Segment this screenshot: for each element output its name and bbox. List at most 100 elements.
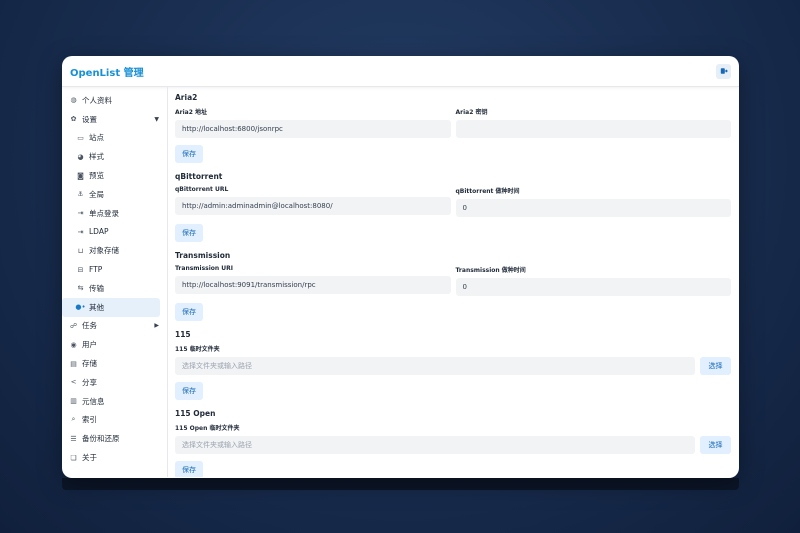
field-label: Aria2 密钥 [455,109,488,116]
field-label: qBittorrent 做种时间 [455,188,520,195]
sidebar-item-label: 分享 [82,377,97,387]
field-label: Transmission URI [175,265,233,272]
sidebar-item-label: 全局 [89,189,104,199]
sidebar-item-label: 设置 [82,114,97,124]
bucket-icon: ⊔ [77,246,84,255]
qbittorrent-save-button[interactable]: 保存 [175,224,203,242]
chevron-down-icon: ▼ [154,115,159,123]
p115-pick-button[interactable]: 选择 [700,357,731,375]
meta-icon: ▥ [70,397,77,406]
sidebar: ◍ 个人资料 ✿ 设置 ▼ ▭ 站点 ◕ 样式 ◙ 预览 ⚓ 全局 ⇥ 单点登录… [62,87,168,477]
p115open-save-button[interactable]: 保存 [175,461,203,477]
section-title: Aria2 [175,93,198,102]
section-title: qBittorrent [175,172,223,181]
search-icon: ⌕ [71,415,76,424]
share-icon: < [70,378,77,387]
p115-save-button[interactable]: 保存 [175,382,203,400]
window-icon: ▭ [77,133,84,142]
qbittorrent-url-input[interactable]: http://admin:adminadmin@localhost:8080/ [175,197,451,215]
sidebar-item-label: 关于 [82,453,97,463]
qbittorrent-seedtime-input[interactable]: 0 [455,199,731,217]
sidebar-item-label: 个人资料 [82,95,112,105]
task-icon: ☍ [69,321,78,330]
section-title: Transmission [175,251,231,260]
database-icon: ▤ [70,359,77,368]
sidebar-item-label: 备份和还原 [82,434,120,444]
aria2-url-input[interactable]: http://localhost:6800/jsonrpc [175,120,451,138]
sidebar-item-label: 任务 [82,321,97,331]
aria2-save-button[interactable]: 保存 [175,145,203,163]
gear-icon: ✿ [70,115,77,124]
field-label: Aria2 地址 [175,109,207,116]
sidebar-item-preview[interactable]: ◙ 预览 [62,166,160,185]
header: OpenList 管理 [62,56,739,87]
transfer-icon: ⇆ [77,284,84,293]
camera-icon: ◙ [77,171,84,180]
sidebar-item-label: 索引 [82,415,97,425]
admin-window: OpenList 管理 ◍ 个人资料 ✿ 设置 ▼ ▭ 站点 ◕ 样式 ◙ 预览… [62,56,739,478]
sidebar-item-site[interactable]: ▭ 站点 [62,129,160,148]
transmission-save-button[interactable]: 保存 [175,303,203,321]
backup-icon: ☰ [70,434,77,443]
sidebar-item-profile[interactable]: ◍ 个人资料 [62,91,167,110]
field-label: 115 Open 临时文件夹 [175,425,240,432]
sidebar-item-settings[interactable]: ✿ 设置 ▼ [62,110,167,129]
sidebar-item-backup[interactable]: ☰ 备份和还原 [62,429,167,448]
sidebar-item-index[interactable]: ⌕ 索引 [62,411,167,430]
login-icon: ⇥ [77,227,84,236]
window-backdrop [62,478,739,490]
transmission-seedtime-input[interactable]: 0 [455,278,731,296]
logout-icon [720,68,728,74]
settings-content: Aria2 Aria2 地址 http://localhost:6800/jso… [168,87,739,477]
aria2-section: Aria2 Aria2 地址 http://localhost:6800/jso… [175,93,731,163]
sidebar-item-label: 预览 [89,171,104,181]
sidebar-item-label: 用户 [82,340,97,350]
ftp-icon: ⊟ [77,265,84,274]
field-label: 115 临时文件夹 [175,346,220,353]
sidebar-item-label: 其他 [89,302,104,312]
sidebar-item-label: 存储 [82,359,97,369]
sidebar-item-label: FTP [89,265,103,275]
sidebar-item-tasks[interactable]: ☍ 任务 ▶ [62,317,167,336]
sidebar-item-storage[interactable]: ▤ 存储 [62,354,167,373]
chevron-right-icon: ▶ [154,322,159,330]
sidebar-item-global[interactable]: ⚓ 全局 [62,185,160,204]
sidebar-item-label: 站点 [89,133,104,143]
sidebar-item-label: 单点登录 [89,208,119,218]
sidebar-item-label: 样式 [89,152,104,162]
sidebar-item-transfer[interactable]: ⇆ 传输 [62,279,160,298]
sidebar-item-label: 传输 [89,283,104,293]
user-icon: ◉ [70,340,77,349]
p115open-pick-button[interactable]: 选择 [700,436,731,454]
section-title: 115 [175,330,191,339]
sidebar-item-share[interactable]: < 分享 [62,373,167,392]
transmission-uri-input[interactable]: http://localhost:9091/transmission/rpc [175,276,451,294]
p115-temp-dir-input[interactable]: 选择文件夹或输入路径 [175,357,695,375]
sidebar-item-other[interactable]: ●• 其他 [62,297,160,317]
palette-icon: ◕ [77,152,84,161]
sidebar-item-s3[interactable]: ⊔ 对象存储 [62,241,160,260]
user-circle-icon: ◍ [70,96,77,105]
p115open-temp-dir-input[interactable]: 选择文件夹或输入路径 [175,436,695,454]
logout-button[interactable] [716,63,731,79]
sidebar-item-sso[interactable]: ⇥ 单点登录 [62,204,160,223]
app-title: OpenList 管理 [70,67,144,79]
sidebar-item-ldap[interactable]: ⇥ LDAP [62,223,160,242]
sidebar-item-label: 元信息 [82,396,105,406]
p115-section: 115 115 临时文件夹 选择文件夹或输入路径 选择 保存 [175,330,731,400]
field-label: qBittorrent URL [175,186,229,193]
field-label: Transmission 做种时间 [455,267,526,274]
transmission-section: Transmission Transmission URI http://loc… [175,251,731,321]
sidebar-item-meta[interactable]: ▥ 元信息 [62,392,167,411]
sidebar-item-label: LDAP [89,227,109,237]
sidebar-item-ftp[interactable]: ⊟ FTP [62,260,160,279]
sidebar-item-users[interactable]: ◉ 用户 [62,335,167,354]
aria2-secret-input[interactable] [455,120,731,138]
sidebar-item-style[interactable]: ◕ 样式 [62,147,160,166]
p115open-section: 115 Open 115 Open 临时文件夹 选择文件夹或输入路径 选择 保存 [175,409,731,477]
info-icon: ❏ [70,453,77,462]
dots-icon: ●• [75,303,86,312]
sidebar-item-label: 对象存储 [89,246,119,256]
anchor-icon: ⚓ [77,190,84,199]
sidebar-item-about[interactable]: ❏ 关于 [62,448,167,467]
